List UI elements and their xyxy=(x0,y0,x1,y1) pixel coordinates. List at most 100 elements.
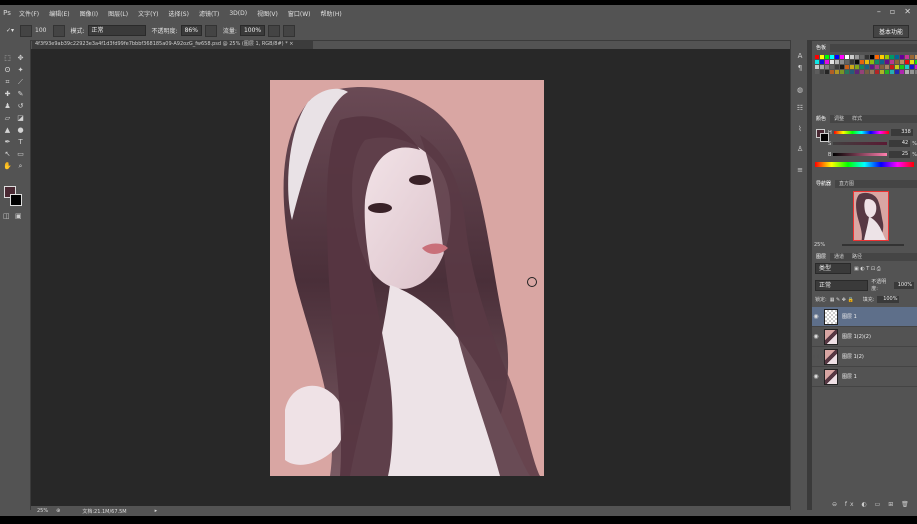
color-spectrum-bar[interactable] xyxy=(815,162,914,167)
brush-presets-icon[interactable]: ⌇ xyxy=(795,125,805,135)
layer-filter-select[interactable]: 类型 xyxy=(815,263,851,274)
layer-name[interactable]: 图层 1 xyxy=(842,373,857,380)
color-swatch[interactable] xyxy=(875,65,879,69)
color-swatch[interactable] xyxy=(855,55,859,59)
color-swatch[interactable] xyxy=(865,65,869,69)
layer-row[interactable]: ◉ 图层 1 xyxy=(812,307,917,327)
color-swatch[interactable] xyxy=(890,60,894,64)
color-swatch[interactable] xyxy=(830,65,834,69)
path-selection-tool-icon[interactable]: ↖ xyxy=(2,150,13,159)
color-swatch[interactable] xyxy=(885,65,889,69)
h-value[interactable]: 338 xyxy=(890,129,913,136)
minimize-icon[interactable]: – xyxy=(877,7,881,16)
shape-tool-icon[interactable]: ▭ xyxy=(15,150,26,159)
color-swatch[interactable] xyxy=(910,65,914,69)
color-swatch[interactable] xyxy=(890,70,894,74)
menu-window[interactable]: 窗口(W) xyxy=(283,9,316,18)
tab-paths[interactable]: 路径 xyxy=(848,253,866,261)
lock-icons[interactable]: ▦ ✎ ✥ 🔒 xyxy=(830,297,854,303)
color-swatch[interactable] xyxy=(855,60,859,64)
color-swatch[interactable] xyxy=(875,55,879,59)
color-swatch[interactable] xyxy=(905,65,909,69)
menu-3d[interactable]: 3D(D) xyxy=(224,10,252,17)
color-swatch[interactable] xyxy=(835,60,839,64)
visibility-eye-icon[interactable]: ◉ xyxy=(812,373,820,380)
navigator-zoom-slider[interactable] xyxy=(842,244,904,246)
color-swatch[interactable] xyxy=(900,70,904,74)
color-swatch[interactable] xyxy=(850,70,854,74)
color-swatch[interactable] xyxy=(860,70,864,74)
color-swatch[interactable] xyxy=(830,70,834,74)
status-icon[interactable]: ⊕ xyxy=(56,508,60,514)
layer-row[interactable]: □ 图层 1(2) xyxy=(812,347,917,367)
color-swatch[interactable] xyxy=(815,60,819,64)
color-swatch[interactable] xyxy=(835,55,839,59)
color-swatch[interactable] xyxy=(830,60,834,64)
airbrush-icon[interactable] xyxy=(268,24,281,37)
color-swatch[interactable] xyxy=(905,70,909,74)
layer-name[interactable]: 图层 1(2) xyxy=(842,353,864,360)
color-swatch[interactable] xyxy=(820,55,824,59)
hand-tool-icon[interactable]: ✋ xyxy=(2,162,13,171)
menu-layer[interactable]: 图层(L) xyxy=(103,9,133,18)
brush-tool-icon[interactable]: ✎ xyxy=(15,90,26,99)
color-swatch[interactable] xyxy=(840,55,844,59)
restore-icon[interactable]: ▫ xyxy=(890,7,895,16)
color-swatch[interactable] xyxy=(880,55,884,59)
color-swatch[interactable] xyxy=(900,65,904,69)
layer-opacity-input[interactable]: 100% xyxy=(893,281,914,289)
eraser-tool-icon[interactable]: ▱ xyxy=(2,114,13,123)
character-panel-icon[interactable]: A xyxy=(795,52,805,62)
navigator-thumbnail[interactable] xyxy=(853,191,889,241)
brush-size-preset[interactable]: 100 xyxy=(20,24,47,37)
color-swatch[interactable] xyxy=(860,60,864,64)
pressure-opacity-icon[interactable] xyxy=(204,24,217,37)
workspace-select[interactable]: 基本功能 xyxy=(872,25,909,38)
status-menu-icon[interactable]: ▸ xyxy=(155,508,158,514)
color-swatch[interactable] xyxy=(860,65,864,69)
b-value[interactable]: 25 xyxy=(888,151,911,158)
tab-navigator[interactable]: 导航器 xyxy=(812,180,836,188)
color-swatch[interactable] xyxy=(845,55,849,59)
color-swatch[interactable] xyxy=(850,65,854,69)
navigator-zoom[interactable]: 25% xyxy=(814,242,825,248)
color-swatch[interactable] xyxy=(845,65,849,69)
color-swatch[interactable] xyxy=(830,55,834,59)
visibility-eye-icon[interactable]: ◉ xyxy=(812,333,820,340)
blur-tool-icon[interactable]: ▲ xyxy=(2,126,13,135)
3d-panel-icon[interactable]: ◍ xyxy=(795,86,805,96)
menu-type[interactable]: 文字(Y) xyxy=(133,9,163,18)
tab-styles[interactable]: 样式 xyxy=(848,115,866,123)
color-swatch[interactable] xyxy=(855,70,859,74)
history-brush-tool-icon[interactable]: ↺ xyxy=(15,102,26,111)
color-swatch[interactable] xyxy=(865,60,869,64)
close-icon[interactable]: ✕ xyxy=(904,7,911,16)
color-bg-chip[interactable] xyxy=(820,133,829,142)
flow-input[interactable]: 100% xyxy=(239,25,266,36)
color-swatch[interactable] xyxy=(905,60,909,64)
paragraph-panel-icon[interactable]: ¶ xyxy=(795,64,805,74)
blend-mode-select[interactable]: 正常 xyxy=(815,279,869,291)
color-swatch[interactable] xyxy=(815,65,819,69)
tab-adjustments[interactable]: 调整 xyxy=(830,115,848,123)
color-swatch[interactable] xyxy=(820,70,824,74)
tab-swatches[interactable]: 色板 xyxy=(812,44,831,52)
color-swatch[interactable] xyxy=(825,65,829,69)
dodge-tool-icon[interactable]: ● xyxy=(15,126,26,135)
s-slider[interactable] xyxy=(833,142,887,145)
color-swatch[interactable] xyxy=(870,55,874,59)
marquee-tool-icon[interactable]: ⬚ xyxy=(2,54,13,63)
color-swatch[interactable] xyxy=(885,55,889,59)
magic-wand-tool-icon[interactable]: ✦ xyxy=(15,66,26,75)
eyedropper-tool-icon[interactable]: ⟋ xyxy=(15,78,26,87)
color-swatch[interactable] xyxy=(890,65,894,69)
canvas-artwork[interactable] xyxy=(270,80,544,476)
color-swatch[interactable] xyxy=(860,55,864,59)
fill-input[interactable]: 100% xyxy=(877,296,900,303)
tab-layers[interactable]: 图层 xyxy=(812,253,831,261)
color-swatch[interactable] xyxy=(865,70,869,74)
zoom-level[interactable]: 25% xyxy=(37,508,48,514)
color-swatch[interactable] xyxy=(905,55,909,59)
color-swatch[interactable] xyxy=(870,70,874,74)
pressure-size-icon[interactable] xyxy=(283,24,296,37)
